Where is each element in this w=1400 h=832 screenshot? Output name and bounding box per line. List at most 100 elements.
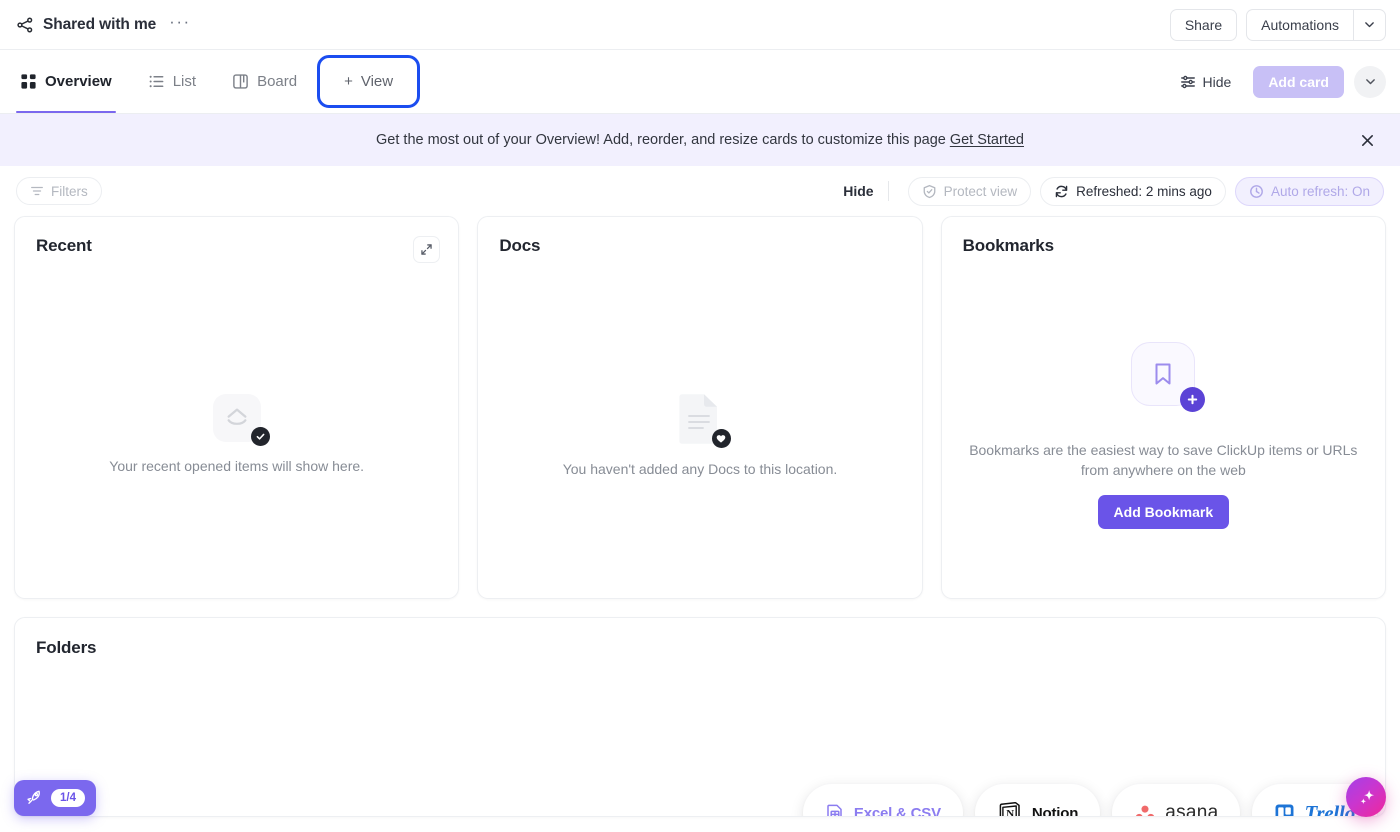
asana-icon	[1136, 805, 1155, 816]
rocket-icon	[27, 790, 40, 804]
auto-refresh-label: Auto refresh: On	[1270, 183, 1370, 199]
share-button[interactable]: Share	[1169, 8, 1238, 41]
excel-icon	[827, 804, 842, 816]
list-icon	[149, 75, 164, 88]
board-icon	[233, 74, 248, 89]
view-toolbar: Filters Hide Protect view Refreshed: 2 m…	[0, 166, 1400, 216]
filters-button[interactable]: Filters	[16, 177, 102, 205]
bookmarks-empty-art	[1131, 341, 1206, 412]
heart-badge	[711, 429, 731, 449]
banner-close-button[interactable]	[1354, 127, 1380, 153]
card-docs-body: You haven't added any Docs to this locat…	[478, 273, 921, 598]
card-recent-header: Recent	[15, 217, 458, 263]
card-options-dropdown-button[interactable]	[1354, 65, 1386, 98]
page-title: Shared with me	[43, 15, 157, 33]
tab-overview-label: Overview	[45, 73, 112, 90]
plus-icon: +	[344, 73, 353, 90]
auto-refresh-toggle[interactable]: Auto refresh: On	[1234, 176, 1384, 206]
notion-icon: N	[999, 802, 1020, 817]
card-recent-title: Recent	[36, 236, 92, 255]
get-started-link[interactable]: Get Started	[950, 132, 1024, 148]
expand-card-button[interactable]	[413, 236, 441, 263]
integration-asana[interactable]: asana	[1112, 784, 1241, 817]
add-view-button[interactable]: + View	[329, 66, 409, 97]
card-bookmarks: Bookmarks Bookmarks are the easiest way …	[940, 216, 1386, 599]
onboarding-progress-count: 1/4	[51, 788, 85, 808]
filter-icon	[31, 186, 43, 196]
sparkle-icon	[1359, 789, 1374, 804]
card-docs-header: Docs	[478, 217, 921, 256]
integration-excel-csv-label: Excel & CSV	[853, 804, 941, 817]
refresh-icon	[1055, 185, 1068, 197]
card-docs-empty-text: You haven't added any Docs to this locat…	[562, 461, 838, 478]
add-view-label: View	[360, 73, 394, 90]
svg-text:N: N	[1006, 808, 1014, 817]
add-bookmark-badge[interactable]	[1180, 386, 1206, 412]
automations-button[interactable]: Automations	[1246, 8, 1353, 41]
clickup-overview-page: Shared with me ··· Share Automations Ove…	[0, 0, 1400, 832]
integrations-chip-row: Excel & CSV N Notion asana Trello	[802, 784, 1377, 817]
tab-list[interactable]: List	[144, 50, 200, 113]
toolbar-right-group: Hide Protect view Refreshed: 2 mins ago	[843, 176, 1384, 206]
tab-board-label: Board	[257, 73, 298, 90]
tab-list-label: List	[172, 73, 197, 90]
recent-empty-art	[212, 394, 270, 447]
banner-text: Get the most out of your Overview! Add, …	[376, 132, 946, 148]
add-view-wrapper: + View	[317, 55, 421, 108]
chevron-down-icon	[1365, 22, 1374, 28]
refreshed-status-button[interactable]: Refreshed: 2 mins ago	[1040, 176, 1226, 206]
automations-dropdown-button[interactable]	[1353, 8, 1386, 41]
clock-icon	[1250, 184, 1263, 198]
toolbar-divider	[887, 181, 889, 201]
card-bookmarks-empty-text: Bookmarks are the easiest way to save Cl…	[969, 441, 1358, 478]
card-recent-body: Your recent opened items will show here.	[15, 273, 458, 598]
docs-empty-art	[677, 391, 731, 449]
view-tab-bar: Overview List Board + View Hide Add card	[0, 50, 1400, 114]
onboarding-progress-button[interactable]: 1/4	[14, 780, 96, 816]
integration-notion-label: Notion	[1031, 804, 1079, 817]
card-docs: Docs You haven't added any Docs to this …	[477, 216, 923, 599]
check-icon	[256, 434, 265, 440]
tab-overview[interactable]: Overview	[16, 50, 116, 113]
hide-cards-label: Hide	[1202, 73, 1232, 90]
integration-excel-csv[interactable]: Excel & CSV	[802, 784, 963, 817]
card-recent-empty-text: Your recent opened items will show here.	[109, 458, 365, 475]
tab-board[interactable]: Board	[228, 50, 301, 113]
check-badge	[250, 427, 270, 447]
filters-label: Filters	[51, 183, 88, 199]
toolbar-hide-button[interactable]: Hide	[843, 183, 887, 199]
card-folders-title: Folders	[36, 638, 97, 657]
trello-icon	[1276, 804, 1294, 816]
automations-group: Automations	[1246, 8, 1386, 41]
breadcrumb-more-button[interactable]: ···	[165, 13, 192, 33]
clickup-logo-icon	[227, 408, 247, 426]
ai-assistant-button[interactable]	[1346, 777, 1386, 817]
integration-notion[interactable]: N Notion	[974, 784, 1101, 817]
expand-icon	[421, 244, 433, 255]
close-icon	[1361, 134, 1373, 146]
overview-cards-row: Recent Your recent opened items will sho…	[0, 216, 1400, 599]
add-card-button[interactable]: Add card	[1253, 65, 1344, 98]
onboarding-banner: Get the most out of your Overview! Add, …	[0, 114, 1400, 166]
heart-icon	[717, 435, 726, 443]
hide-cards-button[interactable]: Hide	[1172, 68, 1240, 96]
breadcrumb[interactable]: Shared with me ···	[16, 13, 193, 34]
refreshed-label: Refreshed: 2 mins ago	[1076, 183, 1212, 199]
top-header-bar: Shared with me ··· Share Automations	[0, 0, 1400, 50]
card-docs-title: Docs	[499, 236, 541, 255]
card-recent: Recent Your recent opened items will sho…	[14, 216, 460, 599]
bookmark-icon	[1155, 363, 1171, 385]
protect-view-label: Protect view	[943, 183, 1018, 199]
sliders-icon	[1180, 75, 1195, 88]
integration-asana-label: asana	[1165, 802, 1219, 817]
card-bookmarks-title: Bookmarks	[962, 236, 1054, 255]
card-bookmarks-header: Bookmarks	[942, 217, 1385, 256]
add-bookmark-button[interactable]: Add Bookmark	[1097, 495, 1230, 530]
grid-icon	[21, 74, 36, 89]
card-bookmarks-body: Bookmarks are the easiest way to save Cl…	[942, 273, 1385, 598]
protect-view-button[interactable]: Protect view	[907, 176, 1032, 206]
plus-icon	[1188, 394, 1198, 404]
card-folders: Folders Excel & CSV N Notion asana Trell…	[14, 617, 1386, 817]
shield-check-icon	[923, 184, 935, 198]
chevron-down-icon	[1365, 79, 1375, 85]
